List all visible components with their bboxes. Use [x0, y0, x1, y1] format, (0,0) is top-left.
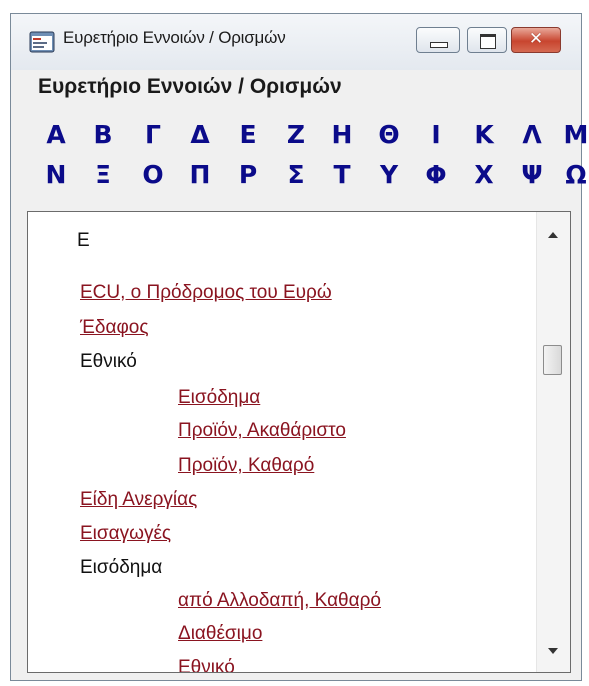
title-bar[interactable]: Ευρετήριο Εννοιών / Ορισμών ✕ — [11, 14, 581, 70]
index-entry-link[interactable]: Προϊόν, Καθαρό — [178, 455, 314, 477]
index-entry-link[interactable]: Προϊόν, Ακαθάριστο — [178, 420, 346, 442]
index-entry-link[interactable]: Εθνικό — [178, 657, 235, 672]
index-list[interactable]: Ε ECU, ο Πρόδρομος του Ευρώ Έδαφος Εθνικό… — [27, 211, 571, 673]
letter-link[interactable]: Ο — [136, 160, 170, 189]
section-letter: Ε — [77, 230, 90, 251]
index-entry-link[interactable]: Διαθέσιμο — [178, 623, 262, 645]
letter-link[interactable]: Ε — [231, 120, 265, 149]
index-entry-group: Εισόδημα — [80, 557, 163, 578]
alphabet-row-2: ΝΞΟΠΡΣΤΥΦΧΨΩ — [39, 160, 587, 200]
letter-link[interactable]: Ξ — [86, 160, 120, 189]
letter-link[interactable]: Φ — [419, 160, 453, 189]
letter-link[interactable]: Ρ — [231, 160, 265, 189]
scroll-up-arrow-icon[interactable] — [548, 232, 558, 238]
maximize-icon — [480, 34, 496, 49]
letter-link[interactable]: Μ — [559, 120, 589, 149]
letter-link[interactable]: Β — [86, 120, 120, 149]
scroll-down-arrow-icon[interactable] — [548, 648, 558, 654]
letter-link[interactable]: Γ — [136, 120, 170, 149]
letter-link[interactable]: Λ — [515, 120, 549, 149]
minimize-icon — [430, 42, 448, 48]
close-button[interactable]: ✕ — [511, 27, 561, 53]
index-entry-link[interactable]: Εισαγωγές — [80, 523, 171, 545]
maximize-button[interactable] — [467, 27, 507, 53]
index-entry-link[interactable]: ECU, ο Πρόδρομος του Ευρώ — [80, 282, 332, 304]
letter-link[interactable]: Η — [325, 120, 359, 149]
letter-link[interactable]: Ζ — [279, 120, 313, 149]
index-heading: Ευρετήριο Εννοιών / Ορισμών — [23, 70, 569, 110]
close-icon: ✕ — [528, 29, 544, 49]
letter-link[interactable]: Δ — [183, 120, 217, 149]
vertical-scrollbar[interactable] — [536, 212, 570, 672]
letter-link[interactable]: Τ — [325, 160, 359, 189]
letter-link[interactable]: Χ — [467, 160, 501, 189]
alphabet-row-1: ΑΒΓΔΕΖΗΘΙΚΛΜ — [39, 120, 588, 160]
index-entry-link[interactable]: Έδαφος — [80, 317, 149, 339]
heading-title: Ευρετήριο Εννοιών / Ορισμών — [38, 75, 342, 98]
letter-link[interactable]: Ν — [39, 160, 73, 189]
letter-link[interactable]: Ι — [419, 120, 453, 149]
letter-link[interactable]: Ψ — [515, 160, 549, 189]
letter-link[interactable]: Θ — [372, 120, 406, 149]
index-window: Ευρετήριο Εννοιών / Ορισμών ✕ Ευρετήριο … — [10, 13, 588, 681]
window-title: Ευρετήριο Εννοιών / Ορισμών — [63, 28, 286, 47]
minimize-button[interactable] — [416, 27, 460, 53]
letter-link[interactable]: Ω — [559, 160, 589, 189]
letter-link[interactable]: Υ — [372, 160, 406, 189]
window-index-icon — [29, 31, 55, 53]
index-entry-group: Εθνικό — [80, 351, 137, 372]
letter-link[interactable]: Α — [39, 120, 73, 149]
index-entry-link[interactable]: Είδη Ανεργίας — [80, 489, 197, 511]
letter-link[interactable]: Π — [183, 160, 217, 189]
letter-link[interactable]: Σ — [279, 160, 313, 189]
index-entry-link[interactable]: από Αλλοδαπή, Καθαρό — [178, 590, 381, 612]
index-entry-link[interactable]: Εισόδημα — [178, 387, 260, 409]
letter-link[interactable]: Κ — [467, 120, 501, 149]
scroll-thumb[interactable] — [543, 345, 562, 375]
